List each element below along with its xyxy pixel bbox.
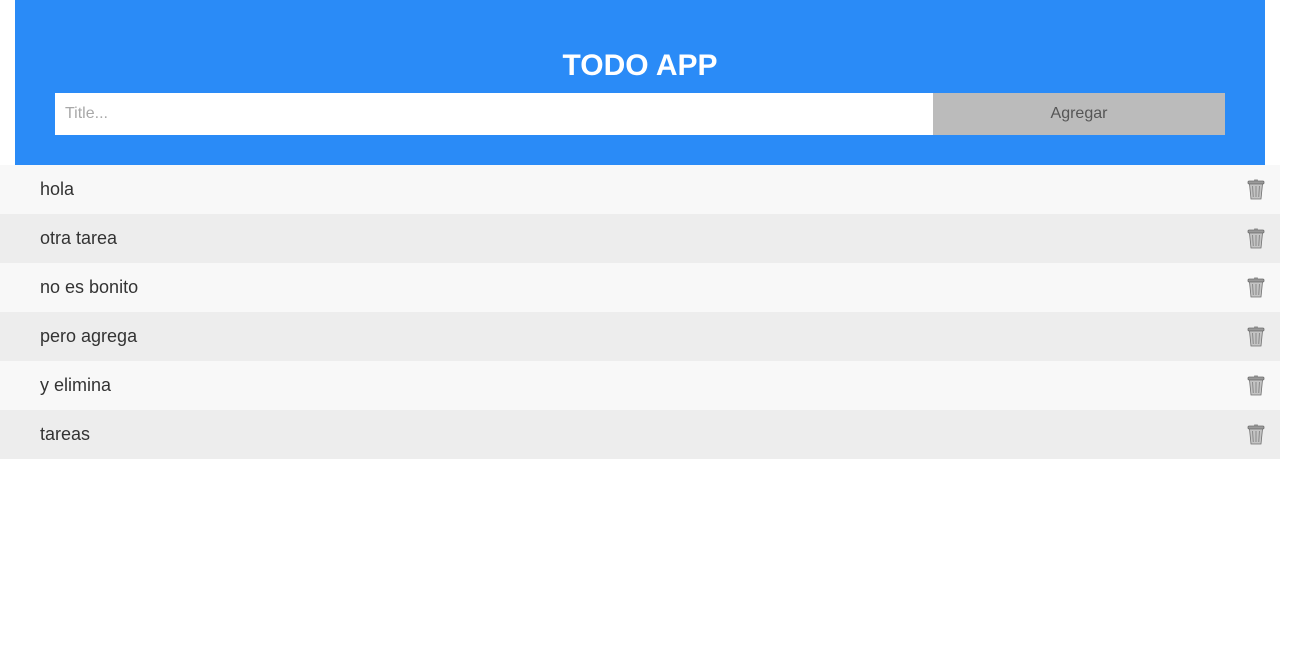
todo-text: y elimina [40,375,112,395]
todo-text: hola [40,179,75,199]
todo-text: pero agrega [40,326,138,346]
trash-icon[interactable] [1247,277,1265,298]
todo-text: no es bonito [40,277,139,297]
title-input[interactable] [55,93,933,135]
trash-icon[interactable] [1247,179,1265,200]
trash-icon[interactable] [1247,424,1265,445]
todo-item: y elimina [0,361,1280,410]
todo-text: otra tarea [40,228,118,248]
trash-icon[interactable] [1247,228,1265,249]
todo-item: otra tarea [0,214,1280,263]
add-button[interactable]: Agregar [933,93,1225,135]
todo-item: no es bonito [0,263,1280,312]
page-title: TODO APP [562,49,718,82]
app-header: TODO APP Agregar [15,0,1265,165]
trash-icon[interactable] [1247,326,1265,347]
todo-list: hola otra tarea no es bonito pero agrega [0,165,1280,459]
todo-item: tareas [0,410,1280,459]
todo-item: hola [0,165,1280,214]
todo-item: pero agrega [0,312,1280,361]
todo-text: tareas [40,424,91,444]
trash-icon[interactable] [1247,375,1265,396]
